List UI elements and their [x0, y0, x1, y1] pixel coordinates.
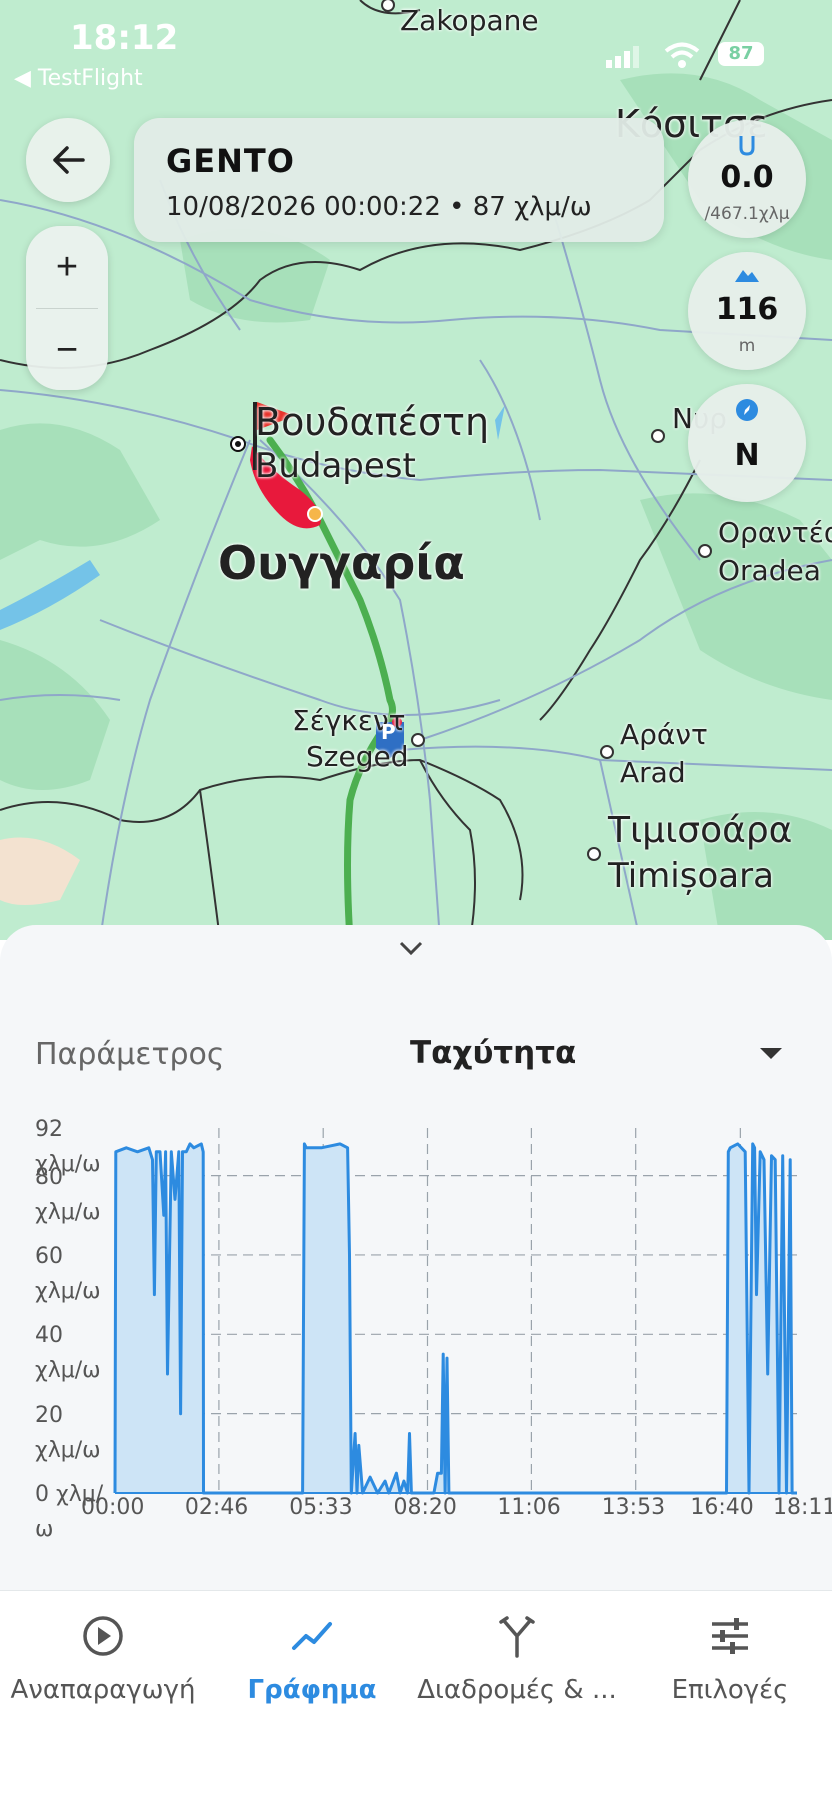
map-label-timisoara-gr: Τιμισοάρα	[608, 810, 793, 851]
tab-playback-label: Αναπαραγωγή	[10, 1675, 196, 1705]
map-label-hungary: Ουγγαρία	[218, 536, 465, 590]
testflight-back-link[interactable]: ◀ TestFlight	[14, 66, 143, 91]
map-label-timisoara-en: Timișoara	[608, 856, 774, 896]
distance-value: 0.0	[720, 160, 774, 195]
route-icon	[688, 134, 806, 162]
compass-icon	[688, 398, 806, 428]
chart-icon	[292, 1622, 332, 1650]
distance-unit: /467.1χλμ	[704, 204, 790, 224]
caret-down-icon[interactable]	[760, 1048, 782, 1059]
tab-playback[interactable]: Αναπαραγωγή	[8, 1611, 198, 1705]
routes-split-icon	[499, 1616, 535, 1658]
zoom-control: + −	[26, 226, 108, 390]
x-tick-label: 08:20	[393, 1495, 457, 1520]
x-tick-label: 02:46	[184, 1495, 249, 1520]
parameter-select[interactable]: Ταχύτητα	[410, 1035, 576, 1071]
tab-routes[interactable]: Διαδρομές & ...	[412, 1611, 622, 1705]
x-tick-label: 13:53	[601, 1495, 666, 1520]
altitude-stat-button[interactable]: 116 m	[688, 252, 806, 370]
parking-icon[interactable]: P	[381, 720, 396, 744]
map-label-arad-en: Arad	[620, 756, 686, 789]
speed-area	[115, 1143, 797, 1493]
arrow-left-icon	[53, 146, 85, 174]
map-view[interactable]: Zakopane Κόσιτσε Βουδαπέστη Budapest Ουγ…	[0, 0, 832, 940]
x-tick-label: 16:40	[690, 1495, 754, 1520]
speed-line	[113, 1142, 797, 1495]
x-tick-label: 18:11	[773, 1495, 832, 1520]
map-label-szeged-en: Szeged	[306, 740, 409, 773]
back-button[interactable]	[26, 118, 110, 202]
x-tick-label: 05:33	[289, 1495, 353, 1520]
altitude-unit: m	[738, 336, 756, 356]
map-label-budapest-en: Budapest	[255, 446, 416, 486]
map-label-oradea-en: Oradea	[718, 554, 821, 587]
compass-button[interactable]: N	[688, 384, 806, 502]
track-info-card[interactable]: GENTO 10/08/2026 00:00:22 • 87 χλμ/ω	[134, 118, 664, 242]
tab-chart-label: Γράφημα	[247, 1675, 377, 1705]
collapse-panel-button[interactable]	[398, 935, 424, 963]
track-name: GENTO	[166, 142, 295, 180]
map-label-zakopane: Zakopane	[400, 4, 539, 37]
signal-icon	[606, 46, 639, 68]
settings-sliders-icon	[712, 1618, 748, 1654]
zoom-in-button[interactable]: +	[26, 226, 108, 308]
distance-stat-button[interactable]: 0.0 /467.1χλμ	[688, 120, 806, 238]
play-icon	[83, 1616, 123, 1656]
compass-heading: N	[734, 438, 760, 473]
battery-indicator: 87	[718, 42, 764, 66]
speed-chart[interactable]	[0, 1085, 832, 1525]
chevron-down-icon	[399, 941, 423, 956]
tab-options-label: Επιλογές	[671, 1675, 789, 1705]
wifi-icon	[664, 42, 700, 68]
zoom-out-button[interactable]: −	[26, 309, 108, 391]
tab-options[interactable]: Επιλογές	[650, 1611, 810, 1705]
map-label-budapest-gr: Βουδαπέστη	[255, 400, 490, 444]
map-label-oradea-gr: Οραντέα	[718, 516, 832, 549]
status-time: 18:12	[70, 18, 179, 58]
tab-chart[interactable]: Γράφημα	[230, 1611, 394, 1705]
x-tick-label: 11:06	[497, 1495, 561, 1520]
map-label-arad-gr: Αράντ	[620, 718, 708, 751]
tab-routes-label: Διαδρομές & ...	[417, 1675, 617, 1705]
altitude-value: 116	[715, 292, 779, 327]
altitude-icon	[688, 266, 806, 290]
parameter-label: Παράμετρος	[35, 1037, 225, 1072]
bottom-tab-bar: Αναπαραγωγή Γράφημα Διαδρομές & ... Επιλ…	[0, 1590, 832, 1801]
track-subtitle: 10/08/2026 00:00:22 • 87 χλμ/ω	[166, 192, 592, 222]
x-tick-label: 00:00	[81, 1495, 145, 1520]
